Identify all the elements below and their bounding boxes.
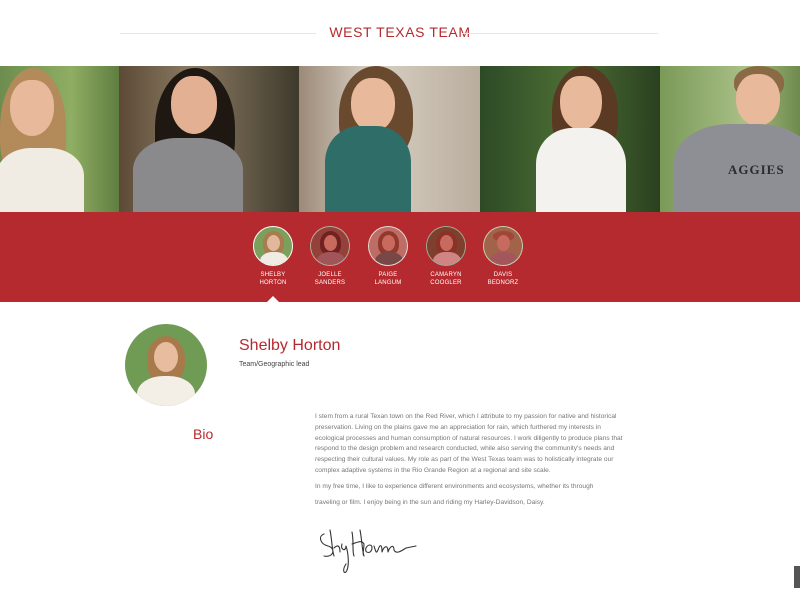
avatar [483,226,523,266]
bio-paragraph: traveling or film. I enjoy being in the … [315,498,545,506]
team-photo-strip: AGGIES [0,66,800,212]
team-member-davis[interactable]: DAVIS BEDNORZ [471,226,535,287]
team-photo-davis[interactable]: AGGIES [660,66,800,212]
bio-paragraph: I stem from a rural Texan town on the Re… [315,413,623,474]
avatar [253,226,293,266]
team-member-shelby[interactable]: SHELBY HORTON [241,226,305,287]
page-title: WEST TEXAS TEAM [329,24,471,40]
avatar [310,226,350,266]
profile-role: Team/Geographic lead [239,361,310,368]
profile-name: Shelby Horton [239,337,341,354]
signature [319,529,417,574]
team-selector-bar: SHELBY HORTON JOELLE SANDERS PAIGE LANGUM C… [0,212,800,302]
header-rule-right [462,33,658,34]
team-member-joelle[interactable]: JOELLE SANDERS [298,226,362,287]
team-member-camaryn[interactable]: CAMARYN COOGLER [414,226,478,287]
team-member-paige[interactable]: PAIGE LANGUM [356,226,420,287]
team-photo-paige[interactable] [299,66,480,212]
profile-photo [125,324,207,406]
scrollbar-thumb[interactable] [794,566,800,588]
avatar [426,226,466,266]
member-name: CAMARYN COOGLER [430,272,462,286]
bio-paragraph: In my free time, I like to experience di… [315,482,594,490]
member-name: SHELBY HORTON [259,272,287,286]
member-name: JOELLE SANDERS [314,272,346,286]
member-name: PAIGE LANGUM [374,272,402,286]
team-photo-shelby[interactable] [0,66,119,212]
active-member-pointer [267,296,279,302]
section-header: WEST TEXAS TEAM [0,0,800,66]
bio-text: I stem from a rural Texan town on the Re… [315,412,625,513]
avatar [368,226,408,266]
team-photo-joelle[interactable] [119,66,299,212]
shirt-text: AGGIES [728,162,785,177]
member-name: DAVIS BEDNORZ [487,272,519,286]
bio-heading: Bio [193,426,214,442]
team-photo-camaryn[interactable] [480,66,660,212]
